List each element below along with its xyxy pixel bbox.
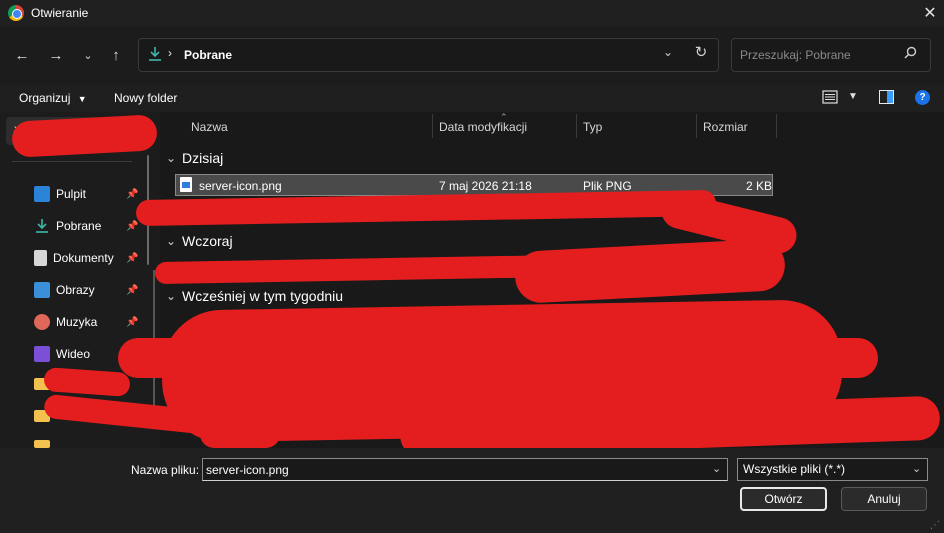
redaction-scribble bbox=[11, 114, 158, 158]
column-header-modified[interactable]: Data modyfikacji bbox=[439, 120, 527, 134]
group-header-yesterday[interactable]: Wczoraj bbox=[182, 233, 233, 249]
filename-label: Nazwa pliku: bbox=[131, 463, 200, 477]
pin-icon[interactable]: 📌 bbox=[126, 221, 138, 232]
address-history-chevron-icon[interactable]: ⌄ bbox=[660, 45, 676, 59]
redaction-scribble bbox=[200, 420, 280, 448]
organize-menu-button[interactable]: Organizuj ▼ bbox=[19, 91, 87, 105]
view-options-icon[interactable] bbox=[822, 90, 838, 104]
forward-arrow-icon[interactable]: → bbox=[45, 44, 67, 66]
pin-icon[interactable]: 📌 bbox=[126, 253, 138, 264]
filename-history-chevron-icon[interactable]: ⌄ bbox=[712, 462, 721, 475]
pin-icon[interactable]: 📌 bbox=[126, 189, 138, 200]
chrome-icon bbox=[8, 5, 24, 21]
sidebar-item-downloads[interactable]: Pobrane bbox=[34, 217, 101, 235]
resize-grip-icon[interactable]: ⋰ bbox=[930, 520, 940, 531]
pictures-icon bbox=[34, 282, 50, 298]
sidebar-item-label: Muzyka bbox=[56, 315, 98, 329]
file-name[interactable]: server-icon.png bbox=[199, 179, 282, 193]
organize-label: Organizuj bbox=[19, 91, 71, 105]
desktop-icon bbox=[34, 186, 50, 202]
column-header-name[interactable]: Nazwa bbox=[191, 120, 228, 134]
sidebar-item-documents[interactable]: Dokumenty bbox=[34, 249, 114, 267]
column-divider[interactable] bbox=[432, 114, 433, 138]
folder-icon[interactable] bbox=[34, 440, 50, 448]
back-arrow-icon[interactable]: ← bbox=[11, 44, 33, 66]
window-title: Otwieranie bbox=[31, 6, 89, 20]
pin-icon[interactable]: 📌 bbox=[126, 317, 138, 328]
column-header-type[interactable]: Typ bbox=[583, 120, 602, 134]
column-divider[interactable] bbox=[576, 114, 577, 138]
open-button[interactable]: Otwórz bbox=[740, 487, 827, 511]
refresh-icon[interactable]: ↻ bbox=[692, 43, 710, 61]
sidebar-item-desktop[interactable]: Pulpit bbox=[34, 185, 86, 203]
group-collapse-chevron-icon[interactable]: ⌄ bbox=[166, 234, 176, 248]
pin-icon[interactable]: 📌 bbox=[126, 285, 138, 296]
download-icon bbox=[34, 218, 50, 234]
file-modified: 7 maj 2026 21:18 bbox=[439, 179, 532, 193]
sidebar-item-music[interactable]: Muzyka bbox=[34, 313, 97, 331]
sidebar-item-label: Obrazy bbox=[56, 283, 95, 297]
search-input[interactable]: Przeszukaj: Pobrane bbox=[740, 48, 851, 62]
video-icon bbox=[34, 346, 50, 362]
sidebar-item-videos[interactable]: Wideo bbox=[34, 345, 90, 363]
sidebar-item-label: Wideo bbox=[56, 347, 91, 361]
preview-pane-icon[interactable] bbox=[879, 90, 894, 104]
group-header-this-week[interactable]: Wcześniej w tym tygodniu bbox=[182, 288, 343, 304]
view-chevron-icon[interactable]: ▼ bbox=[848, 91, 858, 102]
filetype-value[interactable]: Wszystkie pliki (*.*) bbox=[743, 462, 845, 476]
search-icon[interactable] bbox=[904, 46, 917, 62]
sidebar-item-label: Pobrane bbox=[56, 219, 102, 233]
group-collapse-chevron-icon[interactable]: ⌄ bbox=[166, 151, 176, 165]
document-icon bbox=[34, 250, 47, 266]
close-icon[interactable]: ✕ bbox=[918, 2, 942, 24]
filetype-chevron-icon[interactable]: ⌄ bbox=[912, 462, 921, 475]
music-icon bbox=[34, 314, 50, 330]
recent-locations-chevron-icon[interactable]: ⌄ bbox=[77, 44, 99, 66]
sidebar-item-pictures[interactable]: Obrazy bbox=[34, 281, 95, 299]
new-folder-button[interactable]: Nowy folder bbox=[114, 91, 177, 105]
png-file-icon bbox=[180, 177, 192, 192]
group-header-today[interactable]: Dzisiaj bbox=[182, 150, 223, 166]
title-bar bbox=[0, 0, 944, 27]
breadcrumb-separator-icon: › bbox=[168, 46, 172, 60]
file-size: 2 KB bbox=[746, 179, 773, 193]
column-divider[interactable] bbox=[776, 114, 777, 138]
cancel-button[interactable]: Anuluj bbox=[841, 487, 927, 511]
sidebar-item-label: Dokumenty bbox=[53, 251, 114, 265]
column-header-size[interactable]: Rozmiar bbox=[703, 120, 748, 134]
caret-down-icon: ▼ bbox=[77, 94, 87, 104]
sidebar-divider bbox=[12, 161, 132, 162]
column-divider[interactable] bbox=[696, 114, 697, 138]
breadcrumb-current-folder[interactable]: Pobrane bbox=[184, 48, 232, 62]
redaction-scribble bbox=[118, 338, 878, 378]
download-icon bbox=[148, 46, 162, 62]
help-icon[interactable]: ? bbox=[915, 90, 930, 105]
up-arrow-icon[interactable]: ↑ bbox=[105, 44, 127, 66]
group-collapse-chevron-icon[interactable]: ⌄ bbox=[166, 289, 176, 303]
sidebar-item-label: Pulpit bbox=[56, 187, 87, 201]
filename-value[interactable]: server-icon.png bbox=[206, 463, 289, 477]
